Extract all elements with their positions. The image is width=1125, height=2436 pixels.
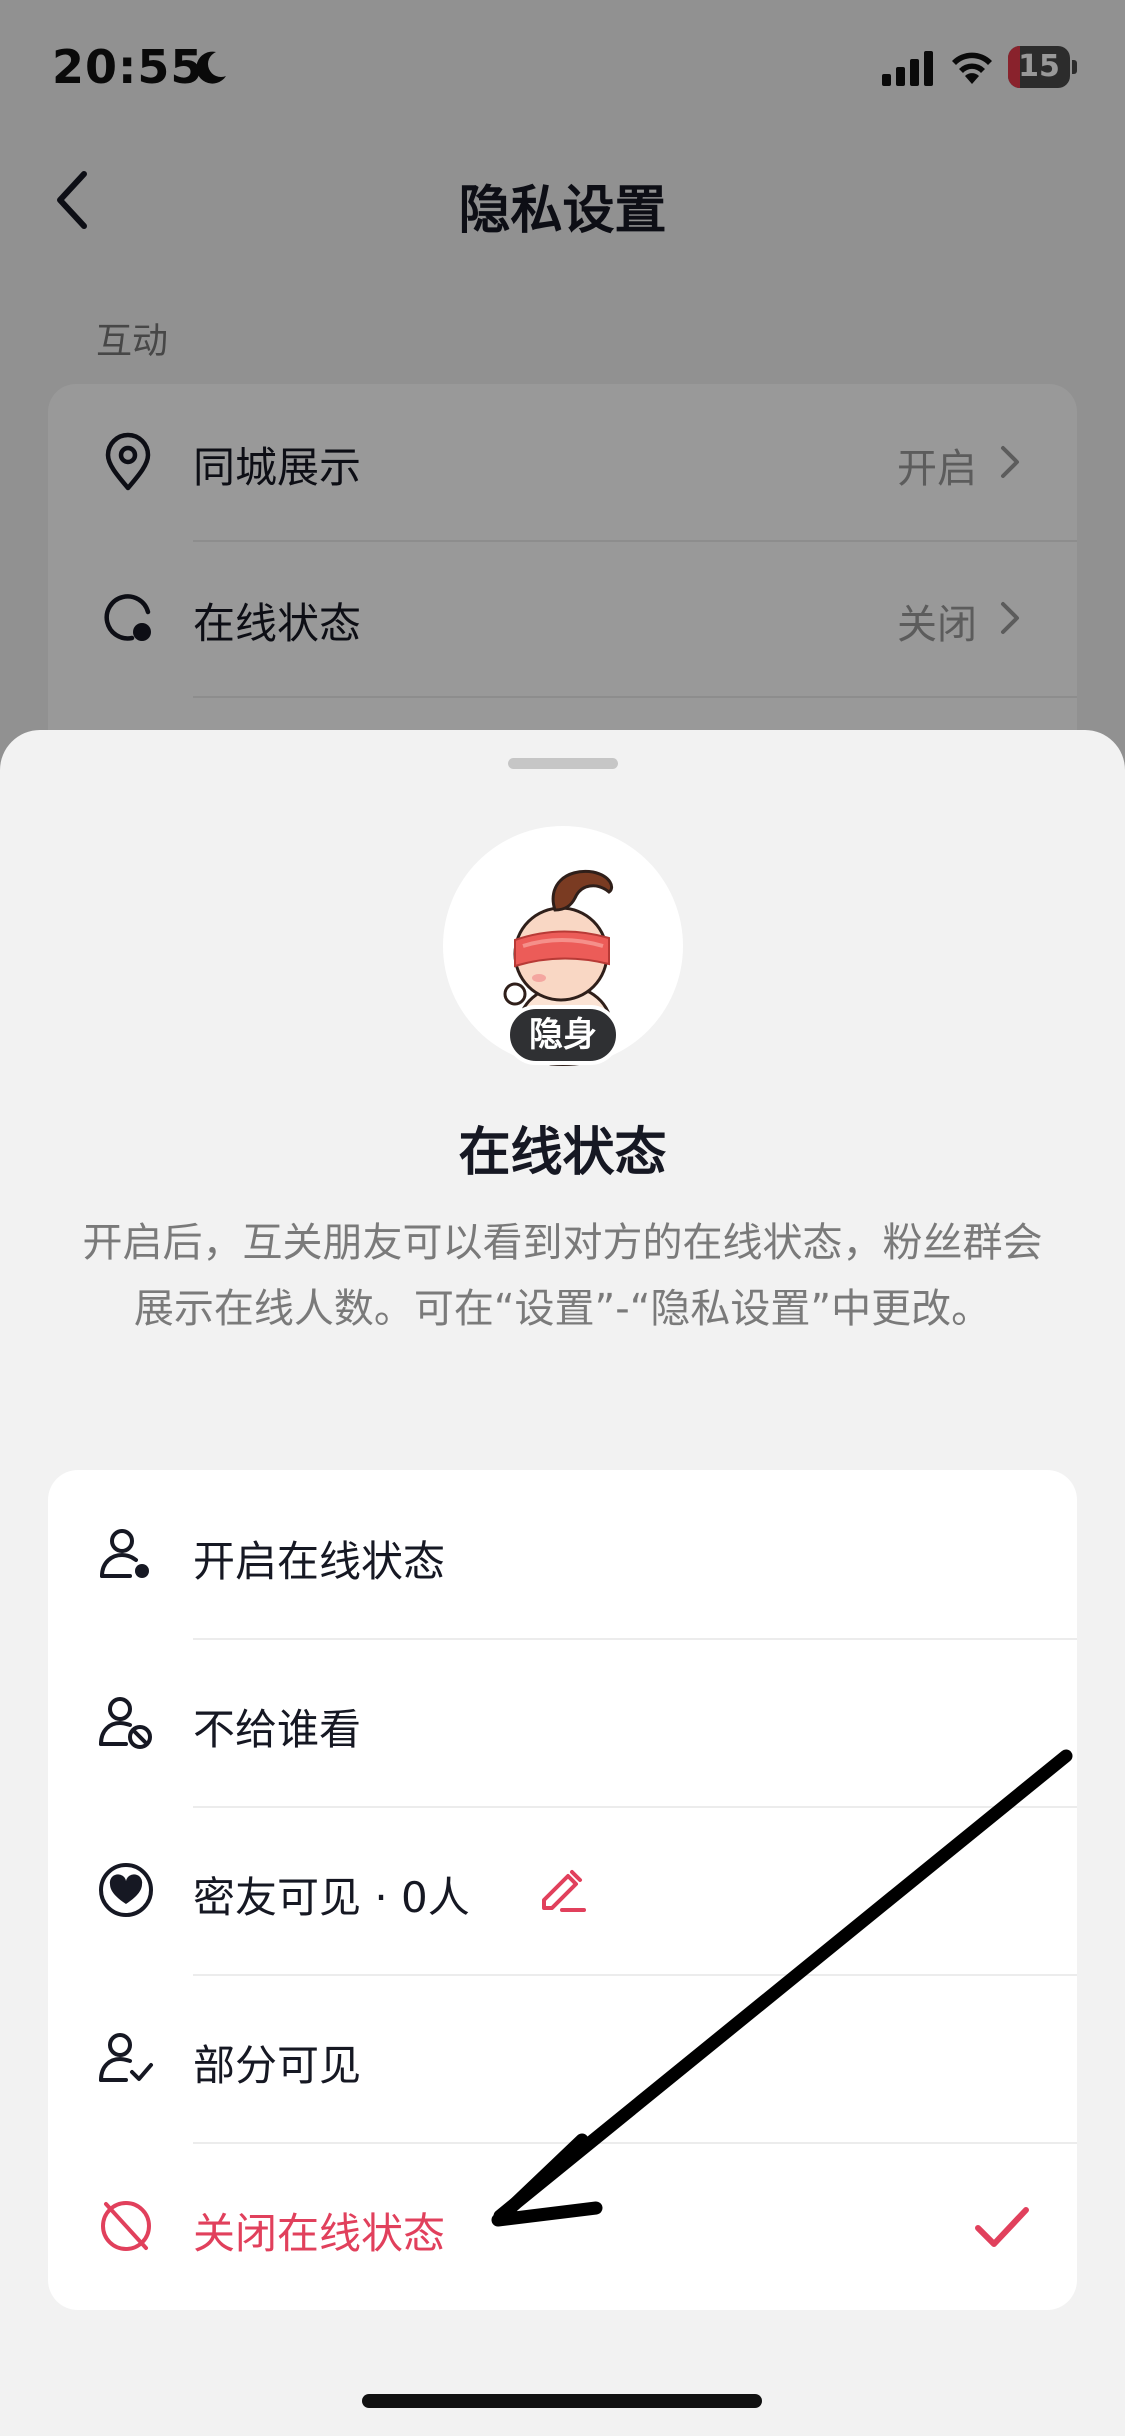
invisible-badge: 隐身 — [506, 1005, 620, 1065]
person-blocked-icon — [99, 1697, 152, 1749]
sheet-title: 在线状态 — [458, 1123, 667, 1183]
online-status-options: 开启在线状态 不给谁看 密友可见 · 0人 部分可见 关闭在线状态 — [48, 1470, 1077, 2310]
option-turn-off-online-status[interactable]: 关闭在线状态 — [48, 2142, 1077, 2310]
option-turn-on-online-status[interactable]: 开启在线状态 — [48, 1470, 1077, 1638]
option-hide-from[interactable]: 不给谁看 — [48, 1638, 1077, 1806]
checkmark-icon — [975, 2207, 1029, 2247]
online-off-icon — [101, 2201, 151, 2251]
home-indicator — [362, 2394, 762, 2408]
option-label: 密友可见 · 0人 — [193, 1873, 470, 1922]
option-label: 不给谁看 — [193, 1705, 362, 1754]
option-partially-visible[interactable]: 部分可见 — [48, 1974, 1077, 2142]
person-check-icon — [99, 2033, 153, 2082]
person-online-icon — [100, 1529, 149, 1578]
edit-pencil-icon[interactable] — [534, 1860, 590, 1916]
option-label: 关闭在线状态 — [193, 2209, 446, 2258]
sheet-description: 开启后，互关朋友可以看到对方的在线状态，粉丝群会展示在线人数。可在“设置”-“隐… — [82, 1220, 1043, 1332]
online-status-sheet: 隐身 在线状态 开启后，互关朋友可以看到对方的在线状态，粉丝群会展示在线人数。可… — [0, 730, 1125, 2436]
option-label: 部分可见 — [193, 2041, 362, 2090]
option-close-friends-visible[interactable]: 密友可见 · 0人 — [48, 1806, 1077, 1974]
drag-handle[interactable] — [508, 758, 618, 769]
option-label: 开启在线状态 — [193, 1537, 446, 1586]
heart-circle-icon — [99, 1863, 153, 1917]
